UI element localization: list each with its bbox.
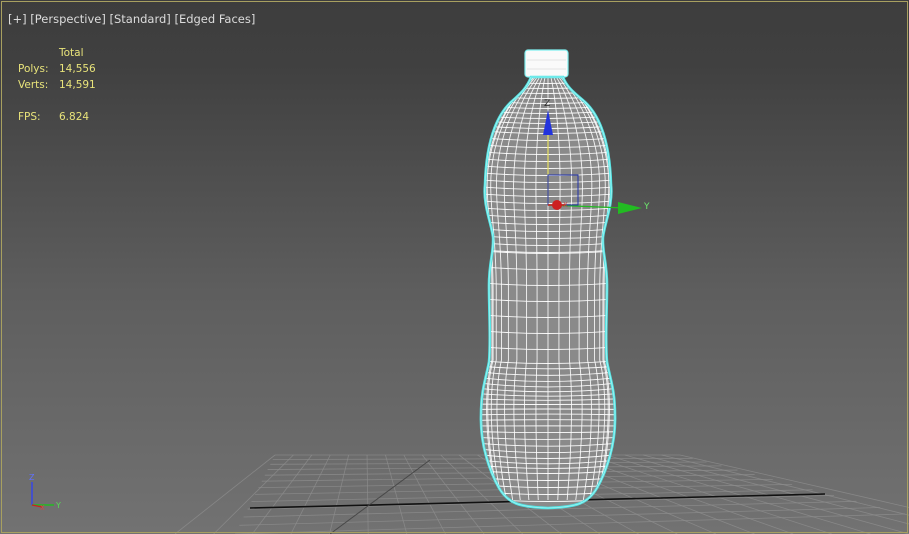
gizmo-y-label: Y (643, 202, 650, 212)
perspective-viewport[interactable]: Z Y X Z Y X [+] [Perspective] [Standard]… (0, 0, 909, 534)
bottle-cap (524, 49, 569, 78)
verts-label: Verts: (18, 79, 49, 91)
gizmo-z-label: Z (544, 99, 550, 109)
stats-header: Total (59, 47, 84, 59)
tripod-y-label: Y (55, 501, 61, 510)
gizmo-pivot[interactable] (552, 200, 562, 210)
viewport-view-menu[interactable]: [Perspective] (30, 12, 106, 26)
fps-value: 6.824 (59, 111, 90, 123)
polys-value: 14,556 (59, 63, 96, 75)
fps-label: FPS: (18, 111, 41, 123)
viewport-edges-menu[interactable]: [Edged Faces] (174, 12, 255, 26)
tripod-x-label: X (40, 504, 45, 512)
statistics-overlay: Total Polys: 14,556 Verts: 14,591 FPS: 6.82… (18, 45, 96, 125)
viewport-shading-menu[interactable]: [Standard] (110, 12, 171, 26)
gizmo-x-label: X (563, 201, 568, 209)
world-axis-tripod: Z Y X (29, 473, 61, 512)
viewport-label-menu: [+] [Perspective] [Standard] [Edged Face… (8, 12, 255, 26)
viewport-plus-menu[interactable]: [+] (8, 12, 27, 26)
scene-canvas[interactable]: Z Y X Z Y X (0, 0, 909, 534)
gizmo-y-arrow[interactable] (618, 202, 642, 214)
verts-value: 14,591 (59, 79, 96, 91)
tripod-z-label: Z (29, 473, 35, 482)
polys-label: Polys: (18, 63, 49, 75)
